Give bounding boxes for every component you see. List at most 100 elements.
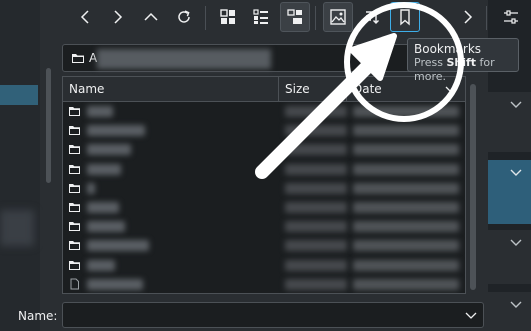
tooltip-hint-key: Shift (446, 56, 477, 69)
file-name-blurred (87, 182, 95, 194)
folder-icon (69, 260, 80, 270)
folder-icon (69, 164, 80, 174)
tree-view-button[interactable] (280, 2, 310, 32)
side-card-4[interactable] (488, 292, 531, 331)
toolbar (62, 0, 488, 36)
file-size-blurred (285, 182, 347, 194)
location-path: A (89, 51, 98, 65)
sort-button[interactable] (357, 2, 387, 32)
tree-view-icon (287, 9, 302, 24)
file-rows (63, 102, 465, 293)
sort-icon (366, 11, 379, 24)
file-list-scrollbar[interactable] (468, 82, 478, 294)
places-scrollbar[interactable] (46, 68, 51, 183)
file-size-blurred (285, 144, 347, 156)
tooltip-title: Bookmarks (414, 42, 482, 56)
toolbar-separator (315, 6, 316, 30)
file-size-blurred (285, 163, 347, 175)
chevron-down-icon (510, 239, 522, 246)
options-button[interactable] (496, 2, 526, 32)
file-date-blurred (353, 201, 459, 213)
file-date-blurred (353, 144, 459, 156)
dropdown-chevron-icon[interactable] (465, 309, 477, 321)
file-list[interactable]: Name Size Date (62, 76, 466, 294)
file-date-blurred (353, 125, 459, 137)
file-list-header: Name Size Date (63, 77, 465, 102)
file-date-blurred (353, 259, 459, 271)
places-blurred-item[interactable] (0, 210, 34, 246)
file-row[interactable] (63, 217, 465, 236)
file-icon (70, 278, 79, 290)
file-name-blurred (87, 259, 115, 271)
up-button[interactable] (136, 2, 166, 32)
file-row[interactable] (63, 198, 465, 217)
location-path-blurred (97, 49, 271, 69)
file-dialog: A Name Size Date Bookmarks Press Shift f… (0, 0, 531, 331)
reload-button[interactable] (169, 2, 199, 32)
chevron-down-icon (510, 169, 522, 176)
image-preview-icon (330, 9, 346, 25)
file-name-blurred (87, 163, 121, 175)
icons-view-button[interactable] (213, 2, 243, 32)
file-row[interactable] (63, 121, 465, 140)
file-row[interactable] (63, 236, 465, 255)
file-size-blurred (285, 125, 347, 137)
file-date-blurred (353, 278, 459, 290)
file-name-blurred (87, 144, 131, 156)
forward-button[interactable] (103, 2, 133, 32)
file-name-blurred (87, 201, 119, 213)
folder-icon (69, 126, 80, 136)
places-panel (0, 0, 40, 331)
file-date-blurred (353, 163, 459, 175)
file-row[interactable] (63, 102, 465, 121)
bookmarks-tooltip: Bookmarks Press Shift for more. (407, 38, 519, 83)
file-name-blurred (87, 278, 143, 290)
chevron-right-icon (114, 10, 123, 24)
chevron-up-icon (144, 12, 158, 21)
file-size-blurred (285, 201, 347, 213)
column-header-name[interactable]: Name (63, 77, 279, 101)
name-combobox[interactable] (62, 302, 484, 328)
file-row[interactable] (63, 256, 465, 275)
bookmark-icon (400, 9, 410, 26)
side-card-2-selected[interactable] (488, 160, 531, 224)
file-row[interactable] (63, 140, 465, 159)
file-row[interactable] (63, 179, 465, 198)
chevron-right-icon (464, 10, 473, 24)
bookmarks-button[interactable] (390, 2, 420, 32)
filename-input[interactable] (67, 305, 463, 325)
column-header-size[interactable]: Size (279, 77, 347, 101)
file-size-blurred (285, 259, 347, 271)
preview-toggle-button[interactable] (323, 2, 353, 32)
folder-icon (69, 107, 80, 116)
chevron-down-icon (510, 101, 522, 108)
name-label: Name: (18, 309, 58, 323)
folder-icon (69, 241, 80, 251)
side-card-3[interactable] (488, 230, 531, 284)
file-size-blurred (285, 240, 347, 252)
chevron-left-icon (80, 10, 89, 24)
side-card-1[interactable] (488, 92, 531, 152)
places-selected-item[interactable] (0, 85, 38, 105)
file-row[interactable] (63, 160, 465, 179)
back-button[interactable] (70, 2, 100, 32)
folder-icon (72, 54, 84, 63)
reload-icon (178, 10, 190, 23)
file-size-blurred (285, 106, 347, 117)
scrollbar-thumb[interactable] (470, 84, 476, 290)
file-date-blurred (353, 106, 459, 117)
file-row[interactable] (63, 275, 465, 293)
file-date-blurred (353, 182, 459, 194)
folder-icon (69, 183, 80, 193)
toolbar-separator (205, 6, 206, 30)
folder-icon (69, 145, 80, 155)
file-name-blurred (87, 106, 113, 117)
more-toolbar-button[interactable] (453, 2, 483, 32)
folder-icon (69, 202, 80, 212)
compact-view-button[interactable] (246, 2, 276, 32)
file-name-blurred (87, 240, 149, 252)
tooltip-hint: Press Shift for more. (414, 56, 512, 84)
file-name-blurred (87, 125, 145, 137)
sort-indicator-icon (445, 86, 457, 93)
compact-view-icon (253, 9, 268, 24)
